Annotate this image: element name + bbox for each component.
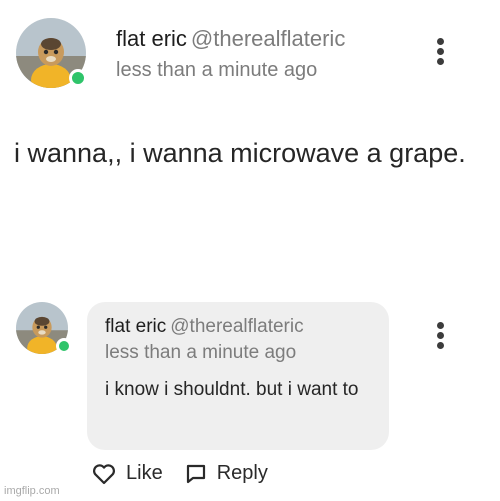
watermark: imgflip.com [4, 485, 60, 497]
reply-author: flat eric @therealflateric [105, 316, 304, 338]
post-author: flat eric @therealflateric [116, 26, 345, 52]
author-display-name[interactable]: flat eric [116, 26, 187, 51]
reply-author-avatar[interactable] [16, 302, 72, 354]
online-status-indicator [56, 338, 72, 354]
reply-more-options-button[interactable] [433, 322, 447, 349]
post-body: i wanna,, i wanna microwave a grape. [14, 138, 466, 168]
reply-body: i know i shouldnt. but i want to [105, 379, 359, 400]
reply-actions: Like Reply [92, 462, 268, 485]
reply-button[interactable]: Reply [185, 462, 268, 485]
post-timestamp: less than a minute ago [116, 59, 318, 81]
like-label: Like [126, 462, 163, 484]
reply-label: Reply [216, 462, 268, 484]
author-handle[interactable]: @therealflateric [191, 26, 345, 51]
more-vertical-icon [436, 322, 444, 329]
post-more-options-button[interactable] [433, 38, 447, 65]
more-vertical-icon [436, 38, 444, 45]
heart-outline-icon [93, 463, 115, 484]
reply-bubble: flat eric @therealflateric less than a mi… [87, 302, 389, 450]
like-button[interactable]: Like [92, 462, 163, 485]
speech-bubble-icon [186, 464, 205, 483]
online-status-indicator [69, 69, 87, 87]
post-author-avatar[interactable] [16, 18, 87, 88]
reply-timestamp: less than a minute ago [105, 342, 297, 363]
author-handle[interactable]: @therealflateric [170, 316, 303, 337]
author-display-name[interactable]: flat eric [105, 316, 166, 337]
